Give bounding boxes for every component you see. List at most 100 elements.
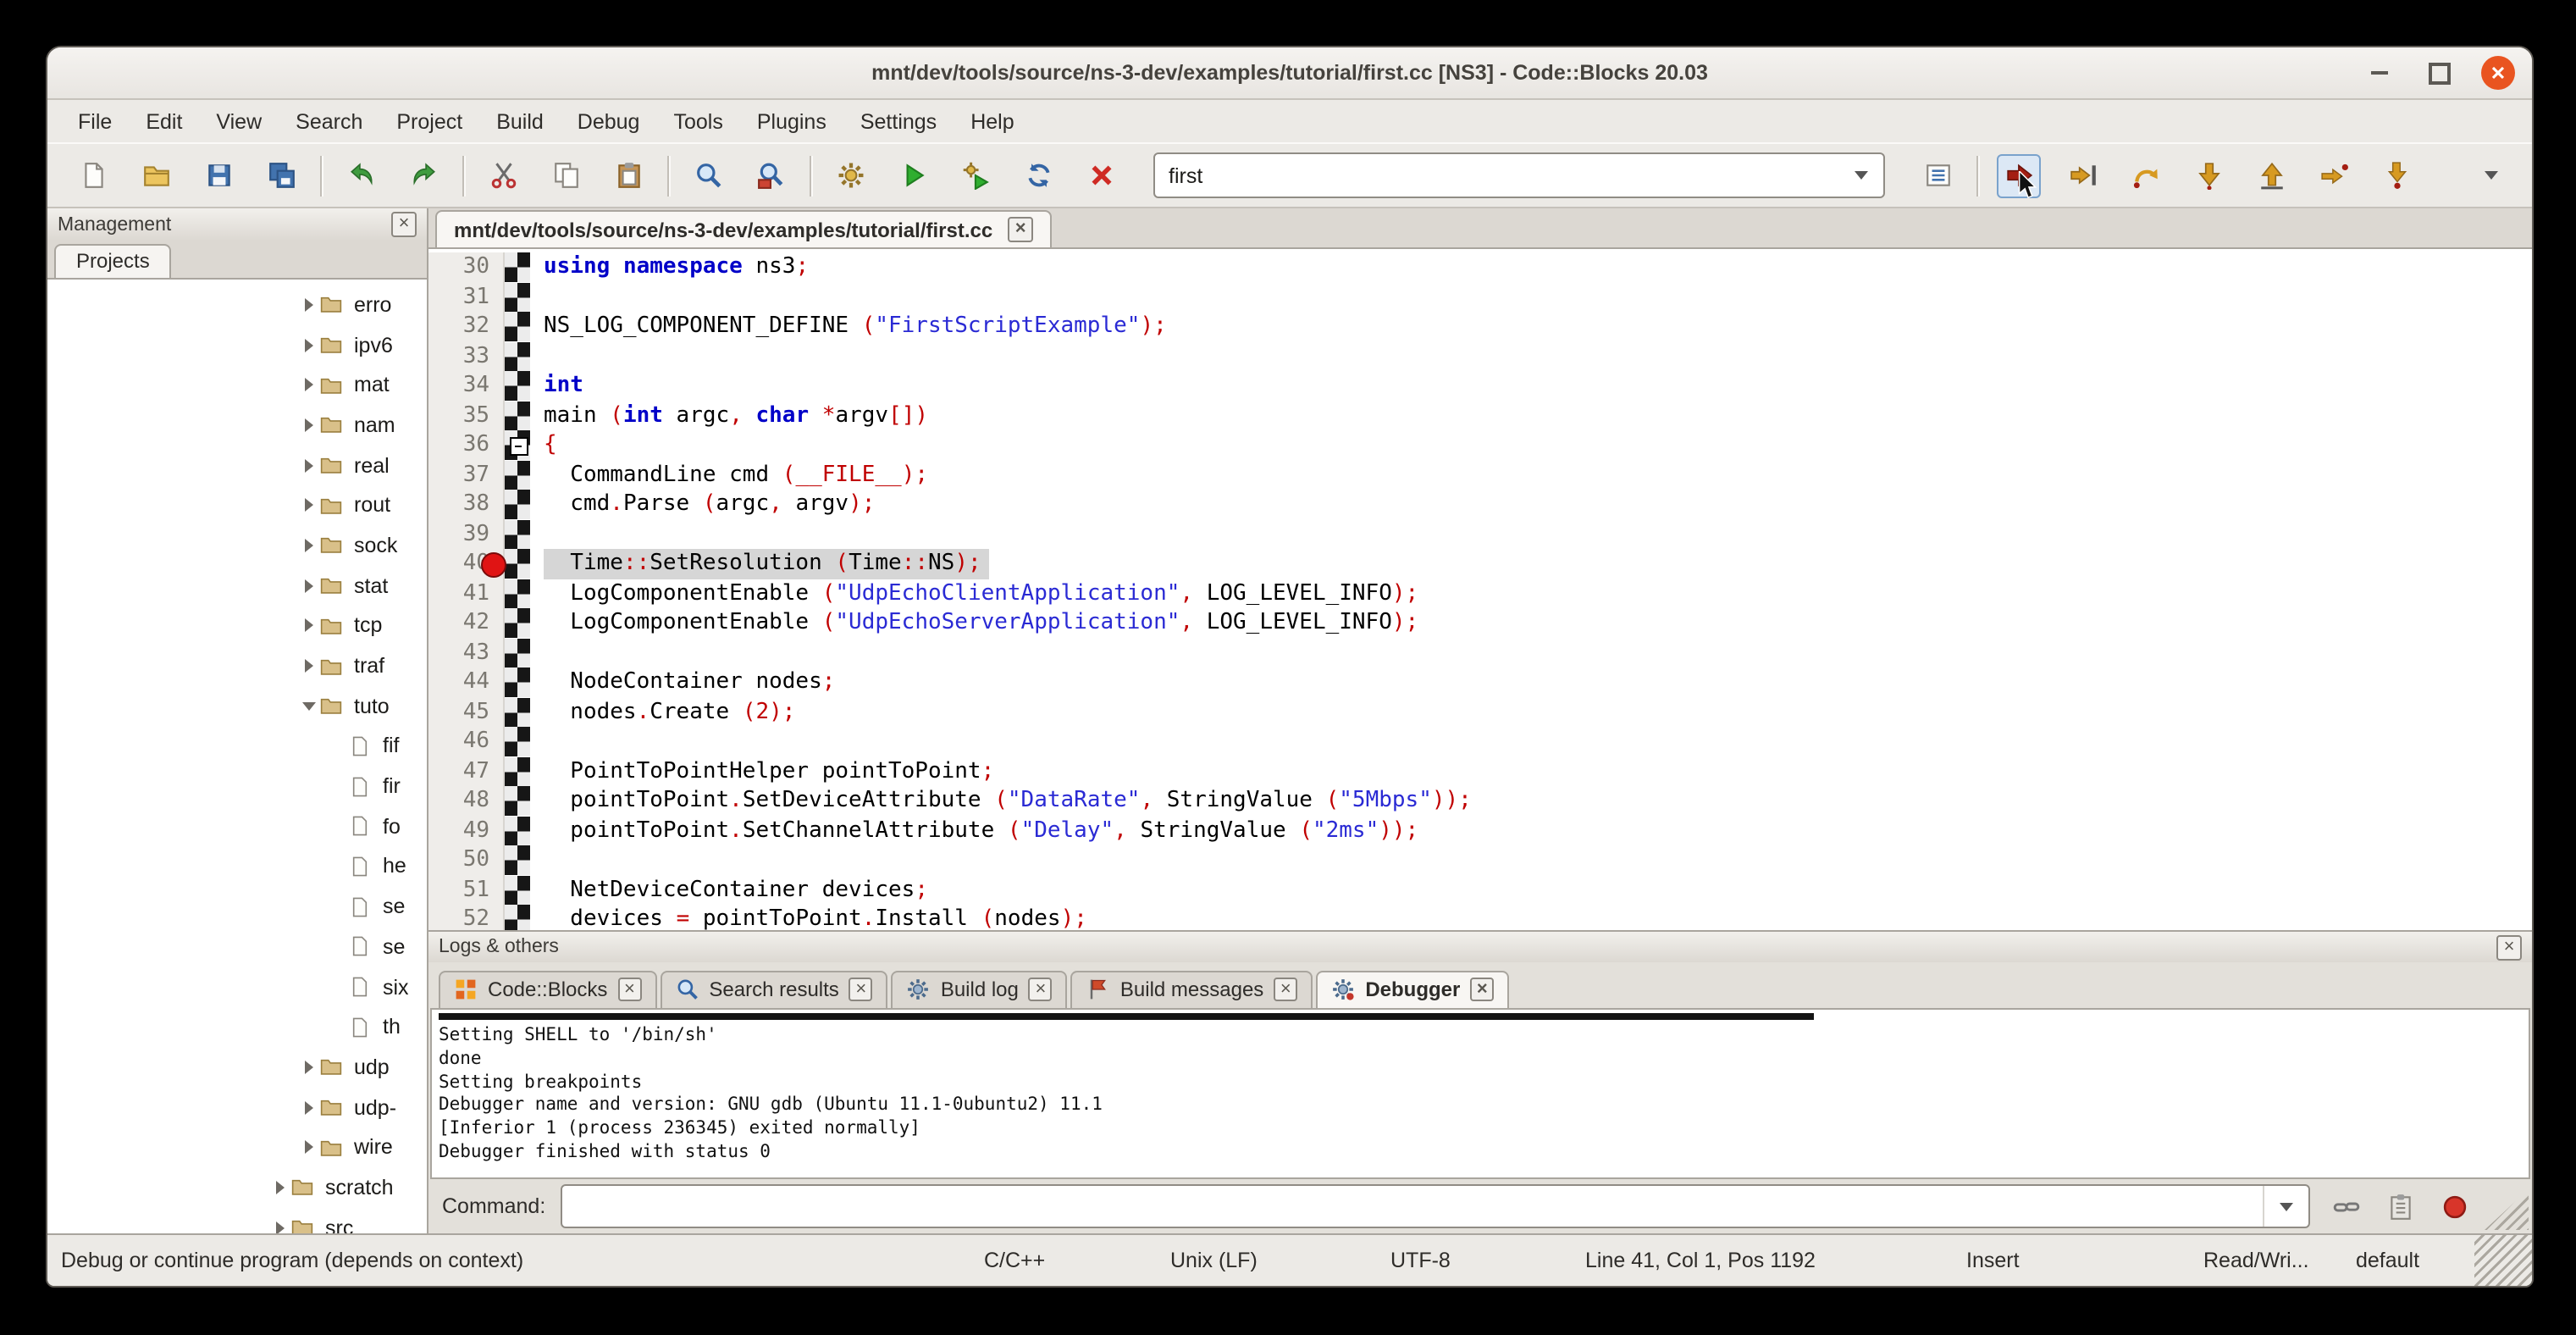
line-number[interactable]: 33 bbox=[428, 341, 505, 371]
code-text[interactable]: nodes.Create (2); bbox=[530, 697, 2532, 727]
fold-margin[interactable] bbox=[505, 460, 530, 490]
debugger-log[interactable]: Setting SHELL to '/bin/sh'doneSetting br… bbox=[430, 1008, 2530, 1179]
fold-margin[interactable] bbox=[505, 519, 530, 549]
tree-item[interactable]: tcp bbox=[47, 606, 427, 645]
tree-item[interactable]: th bbox=[47, 1007, 427, 1047]
line-number[interactable]: 44 bbox=[428, 668, 505, 697]
run-to-cursor-button[interactable] bbox=[2063, 155, 2103, 196]
select-target-button[interactable] bbox=[1917, 155, 1958, 196]
new-file-button[interactable] bbox=[73, 155, 113, 196]
tree-item[interactable]: he bbox=[47, 846, 427, 886]
code-line[interactable]: 37 CommandLine cmd (__FILE__); bbox=[428, 460, 2532, 490]
tree-item[interactable]: fir bbox=[47, 767, 427, 806]
code-line[interactable]: 42 LogComponentEnable ("UdpEchoServerApp… bbox=[428, 608, 2532, 638]
close-panel-icon[interactable] bbox=[391, 212, 417, 237]
tab-build-messages[interactable]: Build messages bbox=[1071, 971, 1313, 1008]
code-text[interactable]: NetDeviceContainer devices; bbox=[530, 875, 2532, 905]
tree-item[interactable]: src bbox=[47, 1208, 427, 1233]
next-line-button[interactable] bbox=[2125, 155, 2166, 196]
fold-margin[interactable] bbox=[505, 727, 530, 756]
expand-chevron-icon[interactable] bbox=[296, 1100, 320, 1114]
code-text[interactable]: NS_LOG_COMPONENT_DEFINE ("FirstScriptExa… bbox=[530, 312, 2532, 341]
menu-project[interactable]: Project bbox=[379, 100, 479, 142]
fold-margin[interactable] bbox=[505, 668, 530, 697]
tree-item[interactable]: se bbox=[47, 887, 427, 927]
line-number[interactable]: 38 bbox=[428, 490, 505, 519]
code-line[interactable]: 47 PointToPointHelper pointToPoint; bbox=[428, 756, 2532, 786]
code-line[interactable]: 32NS_LOG_COMPONENT_DEFINE ("FirstScriptE… bbox=[428, 312, 2532, 341]
code-line[interactable]: 51 NetDeviceContainer devices; bbox=[428, 875, 2532, 905]
code-text[interactable]: using namespace ns3; bbox=[530, 252, 2532, 282]
tree-item[interactable]: stat bbox=[47, 566, 427, 606]
line-number[interactable]: 39 bbox=[428, 519, 505, 549]
line-number[interactable]: 43 bbox=[428, 638, 505, 668]
line-number[interactable]: 31 bbox=[428, 282, 505, 312]
cut-button[interactable] bbox=[483, 155, 523, 196]
code-line[interactable]: 35main (int argc, char *argv[]) bbox=[428, 401, 2532, 430]
close-tab-icon[interactable] bbox=[1029, 978, 1053, 1001]
chain-link-button[interactable] bbox=[2325, 1186, 2366, 1227]
debugger-command-input[interactable] bbox=[561, 1184, 2310, 1228]
code-text[interactable] bbox=[530, 282, 2532, 312]
fold-margin[interactable] bbox=[505, 905, 530, 930]
breakpoint-icon[interactable] bbox=[481, 552, 506, 578]
save-button[interactable] bbox=[198, 155, 239, 196]
code-editor[interactable]: 30using namespace ns3;3132NS_LOG_COMPONE… bbox=[428, 249, 2532, 930]
line-number[interactable]: 34 bbox=[428, 371, 505, 401]
code-text[interactable]: pointToPoint.SetChannelAttribute ("Delay… bbox=[530, 816, 2532, 845]
menu-tools[interactable]: Tools bbox=[656, 100, 739, 142]
expand-chevron-icon[interactable] bbox=[296, 659, 320, 673]
tree-item[interactable]: traf bbox=[47, 645, 427, 685]
code-line[interactable]: 40 Time::SetResolution (Time::NS); bbox=[428, 549, 2532, 579]
code-text[interactable] bbox=[530, 845, 2532, 875]
code-line[interactable]: 52 devices = pointToPoint.Install (nodes… bbox=[428, 905, 2532, 930]
fold-margin[interactable] bbox=[505, 697, 530, 727]
fold-margin[interactable] bbox=[505, 371, 530, 401]
tree-item[interactable]: se bbox=[47, 927, 427, 967]
abort-build-button[interactable] bbox=[1081, 155, 1121, 196]
close-tab-icon[interactable] bbox=[1274, 978, 1297, 1001]
fold-margin[interactable] bbox=[505, 549, 530, 579]
close-logs-icon[interactable] bbox=[2496, 934, 2522, 960]
close-tab-icon[interactable] bbox=[849, 978, 873, 1001]
tab-code-blocks[interactable]: Code::Blocks bbox=[439, 971, 656, 1008]
code-line[interactable]: 44 NodeContainer nodes; bbox=[428, 668, 2532, 697]
tree-item[interactable]: ipv6 bbox=[47, 324, 427, 364]
build-and-run-button[interactable] bbox=[955, 155, 996, 196]
fold-margin[interactable] bbox=[505, 608, 530, 638]
code-text[interactable] bbox=[530, 638, 2532, 668]
toolbar-overflow-button[interactable] bbox=[2471, 155, 2512, 196]
code-text[interactable] bbox=[530, 727, 2532, 756]
tree-item[interactable]: sock bbox=[47, 525, 427, 565]
menu-view[interactable]: View bbox=[199, 100, 279, 142]
menu-edit[interactable]: Edit bbox=[129, 100, 199, 142]
line-number[interactable]: 47 bbox=[428, 756, 505, 786]
expand-chevron-icon[interactable] bbox=[296, 1141, 320, 1155]
copy-button[interactable] bbox=[545, 155, 586, 196]
code-line[interactable]: 46 bbox=[428, 727, 2532, 756]
toolbar-search-input[interactable]: first bbox=[1153, 152, 1885, 198]
menu-settings[interactable]: Settings bbox=[843, 100, 954, 142]
menu-build[interactable]: Build bbox=[479, 100, 561, 142]
menu-debug[interactable]: Debug bbox=[561, 100, 657, 142]
menu-help[interactable]: Help bbox=[954, 100, 1031, 142]
expand-chevron-icon[interactable] bbox=[268, 1221, 291, 1233]
save-all-button[interactable] bbox=[261, 155, 301, 196]
project-tree[interactable]: erroipv6matnamrealroutsockstattcptraftut… bbox=[47, 280, 427, 1233]
line-number[interactable]: 51 bbox=[428, 875, 505, 905]
tree-item[interactable]: udp- bbox=[47, 1088, 427, 1127]
line-number[interactable]: 49 bbox=[428, 816, 505, 845]
line-number[interactable]: 37 bbox=[428, 460, 505, 490]
code-text[interactable]: devices = pointToPoint.Install (nodes); bbox=[530, 905, 2532, 930]
code-text[interactable]: { bbox=[530, 430, 2532, 460]
line-number[interactable]: 36 bbox=[428, 430, 505, 460]
tree-item[interactable]: six bbox=[47, 967, 427, 1006]
fold-margin[interactable] bbox=[505, 252, 530, 282]
minimize-button[interactable] bbox=[2363, 56, 2396, 90]
tab-build-log[interactable]: Build log bbox=[892, 971, 1068, 1008]
expand-chevron-icon[interactable] bbox=[296, 378, 320, 391]
find-in-files-button[interactable] bbox=[750, 155, 791, 196]
tab-projects[interactable]: Projects bbox=[54, 244, 172, 278]
tree-item[interactable]: erro bbox=[47, 285, 427, 324]
tree-item[interactable]: nam bbox=[47, 405, 427, 445]
